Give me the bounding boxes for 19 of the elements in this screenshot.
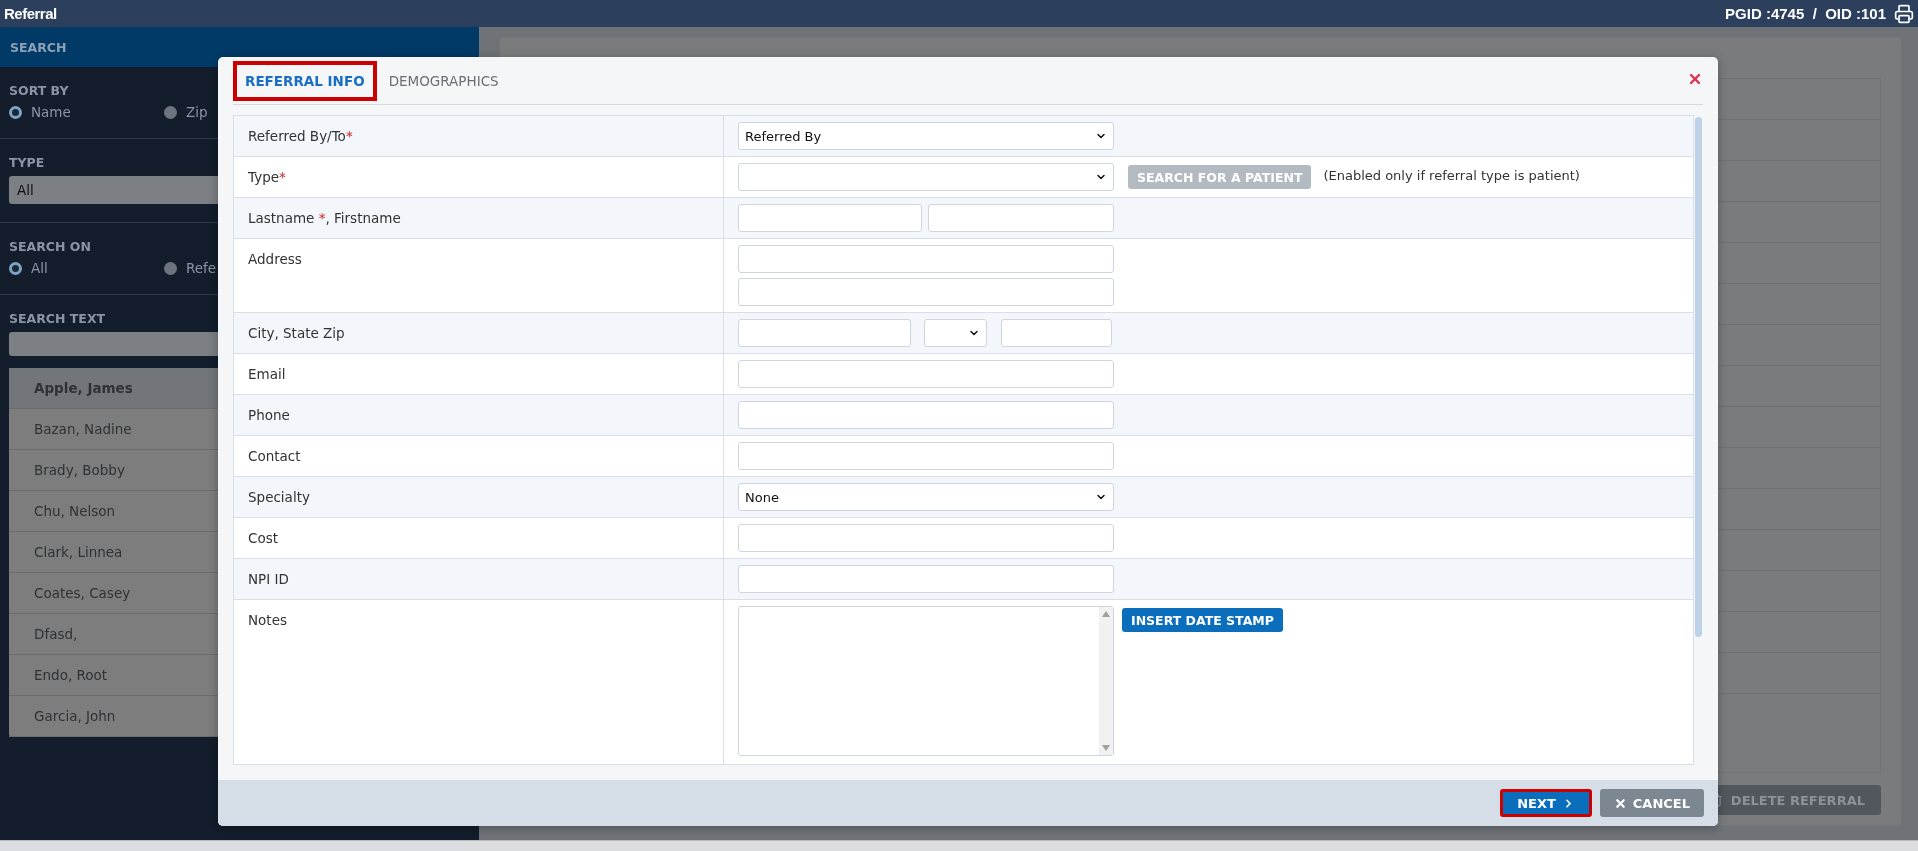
- window-title: Referral: [4, 5, 57, 22]
- field-label: NPI ID: [234, 559, 724, 599]
- hint-text: (Enabled only if referral type is patient): [1323, 168, 1580, 183]
- field-label: Type*: [234, 157, 724, 197]
- org-ids-text: PGID :4745 / OID :101: [1725, 5, 1886, 22]
- field-label: Contact: [234, 436, 724, 476]
- field-label: Email: [234, 354, 724, 394]
- field-label: City, State Zip: [234, 313, 724, 353]
- field-label: Notes: [234, 600, 724, 764]
- field-label: Phone: [234, 395, 724, 435]
- field-label: Specialty: [234, 477, 724, 517]
- section-label: SEARCH ON: [9, 239, 91, 254]
- section-label: TYPE: [9, 155, 45, 170]
- section-label: SEARCH TEXT: [9, 311, 106, 326]
- field-label: Address: [234, 239, 724, 312]
- field-label: Cost: [234, 518, 724, 558]
- field-label: Referred By/To*: [234, 116, 724, 156]
- field-label: Lastname *, Firstname: [234, 198, 724, 238]
- section-label: SORT BY: [9, 83, 69, 98]
